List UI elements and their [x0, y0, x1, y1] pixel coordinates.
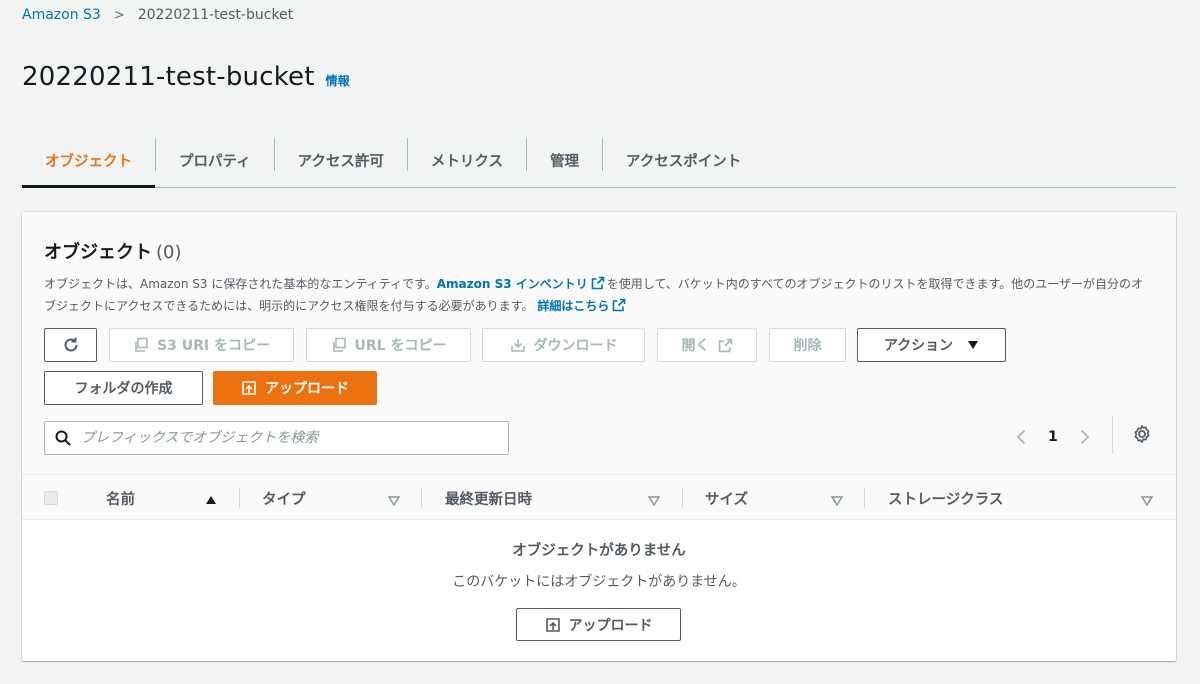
copy-url-button[interactable]: URL をコピー [306, 328, 471, 362]
external-link-icon [718, 338, 732, 352]
column-type[interactable]: タイプ [262, 475, 306, 521]
upload-label: アップロード [265, 381, 349, 397]
external-link-icon [613, 298, 626, 312]
gear-icon[interactable] [1132, 424, 1152, 444]
empty-state-title: オブジェクトがありません [512, 543, 686, 559]
sort-icon[interactable] [831, 496, 843, 506]
open-button[interactable]: 開く [657, 328, 757, 362]
objects-heading-label: オブジェクト [44, 242, 152, 263]
column-storage-class[interactable]: ストレージクラス [888, 475, 1003, 521]
actions-label: アクション [883, 338, 954, 354]
tab-objects[interactable]: オブジェクト [22, 134, 155, 188]
tab-permissions[interactable]: アクセス許可 [275, 134, 407, 186]
column-divider [421, 488, 422, 508]
upload-button[interactable]: アップロード [213, 371, 377, 405]
copy-icon [135, 337, 148, 352]
column-divider [239, 488, 240, 508]
column-name[interactable]: 名前 [106, 475, 135, 521]
download-icon [510, 339, 525, 352]
refresh-button[interactable] [44, 328, 97, 362]
pagination: 1 [1016, 422, 1090, 452]
delete-button[interactable]: 削除 [769, 328, 846, 362]
select-all-checkbox[interactable] [44, 491, 58, 505]
copy-s3-uri-label: S3 URI をコピー [157, 338, 270, 354]
sort-ascending-icon[interactable] [205, 495, 217, 505]
open-label: 開く [681, 338, 710, 354]
s3-inventory-link[interactable]: Amazon S3 インベントリ [437, 277, 588, 291]
empty-state-message: このバケットにはオブジェクトがありません。 [452, 574, 746, 590]
objects-heading: オブジェクト (0) [44, 238, 182, 264]
page-title: 20220211-test-bucket [22, 62, 315, 92]
refresh-icon [64, 337, 77, 352]
create-folder-button[interactable]: フォルダの作成 [44, 371, 203, 405]
objects-description: オブジェクトは、Amazon S3 に保存された基本的なエンティティです。Ama… [44, 273, 1154, 317]
chevron-left-icon[interactable] [1016, 429, 1026, 445]
create-folder-label: フォルダの作成 [74, 381, 173, 397]
empty-upload-label: アップロード [568, 617, 653, 634]
pagination-divider [1112, 416, 1113, 454]
column-last-modified[interactable]: 最終更新日時 [445, 475, 532, 521]
upload-icon [545, 617, 560, 632]
caret-down-icon [968, 341, 979, 349]
column-divider [682, 488, 683, 508]
tab-properties[interactable]: プロパティ [156, 134, 274, 186]
objects-count: (0) [156, 242, 182, 263]
description-text-1: オブジェクトは、Amazon S3 に保存された基本的なエンティティです。 [44, 277, 437, 291]
sort-icon[interactable] [648, 496, 660, 506]
empty-upload-button[interactable]: アップロード [516, 608, 681, 641]
download-label: ダウンロード [533, 338, 618, 354]
tab-access-points[interactable]: アクセスポイント [603, 134, 764, 186]
sort-icon[interactable] [388, 496, 400, 506]
learn-more-link[interactable]: 詳細はこちら [537, 299, 609, 313]
external-link-icon [591, 276, 605, 290]
tab-metrics[interactable]: メトリクス [408, 134, 526, 186]
objects-panel: オブジェクト (0) オブジェクトは、Amazon S3 に保存された基本的なエン… [22, 212, 1176, 661]
breadcrumb-amazon-s3-link[interactable]: Amazon S3 [22, 7, 101, 23]
breadcrumb-separator: > [113, 7, 125, 23]
upload-icon [242, 381, 256, 395]
column-divider [864, 488, 865, 508]
search-icon [55, 430, 71, 446]
info-link[interactable]: 情報 [326, 72, 350, 89]
actions-dropdown[interactable]: アクション [857, 328, 1006, 362]
tab-bar: オブジェクト プロパティ アクセス許可 メトリクス 管理 アクセスポイント [22, 134, 1176, 188]
object-search[interactable] [44, 421, 509, 455]
tab-management[interactable]: 管理 [527, 134, 602, 186]
empty-state: オブジェクトがありません このバケットにはオブジェクトがありません。 アップロー… [22, 520, 1176, 661]
copy-s3-uri-button[interactable]: S3 URI をコピー [109, 328, 294, 362]
breadcrumb: Amazon S3 > 20220211-test-bucket [22, 7, 293, 23]
search-input[interactable] [81, 430, 481, 446]
chevron-right-icon[interactable] [1080, 429, 1090, 445]
copy-url-label: URL をコピー [354, 338, 447, 354]
breadcrumb-current: 20220211-test-bucket [137, 7, 294, 23]
copy-icon [332, 337, 346, 352]
delete-label: 削除 [793, 338, 822, 354]
sort-icon[interactable] [1141, 496, 1153, 506]
current-page[interactable]: 1 [1048, 429, 1058, 445]
download-button[interactable]: ダウンロード [482, 328, 645, 362]
page-header: 20220211-test-bucket 情報 [22, 62, 350, 92]
objects-table-header: 名前 タイプ 最終更新日時 サイズ ストレージクラス [22, 474, 1176, 520]
column-size[interactable]: サイズ [705, 475, 748, 521]
